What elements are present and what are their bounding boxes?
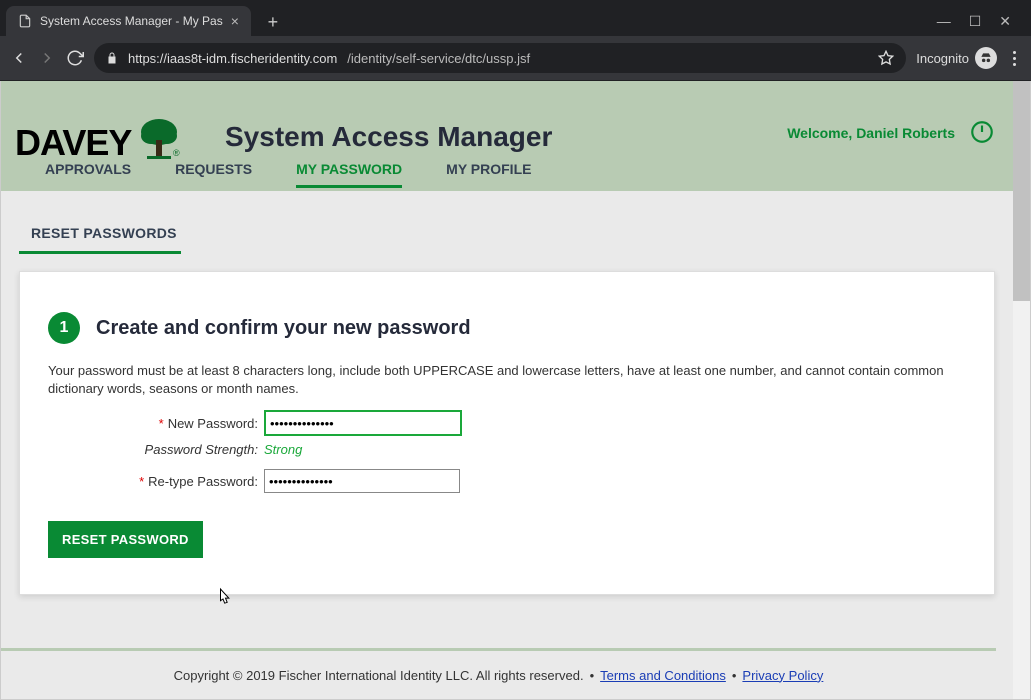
window-controls: — ☐ ✕	[937, 6, 1025, 36]
incognito-indicator: Incognito	[916, 47, 997, 69]
required-asterisk: *	[159, 416, 164, 431]
separator-dot: •	[590, 668, 595, 683]
retype-password-row: *Re-type Password:	[48, 469, 966, 493]
file-icon	[18, 14, 32, 28]
step-header: 1 Create and confirm your new password	[48, 312, 966, 344]
section-tab-wrap: RESET PASSWORDS	[19, 211, 995, 253]
step-number-badge: 1	[48, 312, 80, 344]
nav-back-icon[interactable]	[10, 49, 28, 67]
footer-copyright: Copyright © 2019 Fischer International I…	[174, 668, 584, 683]
nav-approvals[interactable]: APPROVALS	[45, 161, 131, 185]
browser-tab[interactable]: System Access Manager - My Pas ×	[6, 6, 251, 36]
password-strength-row: Password Strength: Strong	[48, 442, 966, 457]
reset-password-card: 1 Create and confirm your new password Y…	[19, 271, 995, 595]
scrollbar-thumb[interactable]	[1013, 81, 1030, 301]
welcome-user[interactable]: Welcome, Daniel Roberts	[787, 125, 955, 141]
password-strength-value: Strong	[264, 442, 302, 457]
step-title: Create and confirm your new password	[96, 317, 471, 340]
lock-icon	[106, 52, 118, 64]
nav-reload-icon[interactable]	[66, 49, 84, 67]
window-minimize-icon[interactable]: —	[937, 13, 951, 29]
password-requirements-text: Your password must be at least 8 charact…	[48, 362, 966, 398]
password-strength-label: Password Strength:	[48, 442, 264, 457]
page-viewport: DAVEY ® System Access Manager Welcome, D…	[0, 81, 1031, 700]
browser-tabbar: System Access Manager - My Pas × + — ☐ ✕	[0, 0, 1031, 36]
tab-title: System Access Manager - My Pas	[40, 14, 223, 28]
browser-chrome: System Access Manager - My Pas × + — ☐ ✕…	[0, 0, 1031, 81]
app-title: System Access Manager	[225, 121, 552, 153]
bookmark-star-icon[interactable]	[878, 50, 894, 66]
tab-close-icon[interactable]: ×	[231, 13, 239, 29]
nav-forward-icon	[38, 49, 56, 67]
nav-requests[interactable]: REQUESTS	[175, 161, 252, 185]
window-close-icon[interactable]: ✕	[999, 13, 1011, 30]
main-nav: APPROVALS REQUESTS MY PASSWORD MY PROFIL…	[1, 161, 531, 191]
browser-toolbar: https://iaas8t-idm.fischeridentity.com/i…	[0, 36, 1031, 80]
nav-my-password[interactable]: MY PASSWORD	[296, 161, 402, 188]
logo-text: DAVEY	[15, 122, 131, 164]
app-header: DAVEY ® System Access Manager Welcome, D…	[1, 81, 1013, 191]
retype-password-input[interactable]	[264, 469, 460, 493]
new-password-row: *New Password:	[48, 410, 966, 436]
window-maximize-icon[interactable]: ☐	[969, 13, 982, 30]
new-password-input[interactable]	[264, 410, 462, 436]
address-bar[interactable]: https://iaas8t-idm.fischeridentity.com/i…	[94, 43, 906, 73]
tree-icon: ®	[133, 116, 181, 164]
url-path: /identity/self-service/dtc/ussp.jsf	[347, 51, 530, 66]
retype-password-label: *Re-type Password:	[48, 474, 264, 489]
nav-my-profile[interactable]: MY PROFILE	[446, 161, 531, 185]
required-asterisk: *	[139, 474, 144, 489]
separator-dot: •	[732, 668, 737, 683]
new-tab-button[interactable]: +	[259, 8, 287, 36]
vertical-scrollbar[interactable]	[1013, 81, 1030, 699]
reset-password-button[interactable]: RESET PASSWORD	[48, 521, 203, 558]
section-title[interactable]: RESET PASSWORDS	[19, 211, 181, 254]
logout-icon[interactable]	[969, 119, 995, 145]
footer-terms-link[interactable]: Terms and Conditions	[600, 668, 726, 683]
page-body: RESET PASSWORDS 1 Create and confirm you…	[1, 191, 1013, 595]
incognito-icon	[975, 47, 997, 69]
browser-menu-icon[interactable]	[1007, 51, 1021, 66]
page-footer: Copyright © 2019 Fischer International I…	[1, 648, 996, 699]
svg-text:®: ®	[173, 148, 180, 158]
page-content: DAVEY ® System Access Manager Welcome, D…	[1, 81, 1013, 699]
url-host: https://iaas8t-idm.fischeridentity.com	[128, 51, 337, 66]
footer-privacy-link[interactable]: Privacy Policy	[742, 668, 823, 683]
brand-logo[interactable]: DAVEY ®	[15, 116, 181, 164]
new-password-label: *New Password:	[48, 416, 264, 431]
incognito-label: Incognito	[916, 51, 969, 66]
